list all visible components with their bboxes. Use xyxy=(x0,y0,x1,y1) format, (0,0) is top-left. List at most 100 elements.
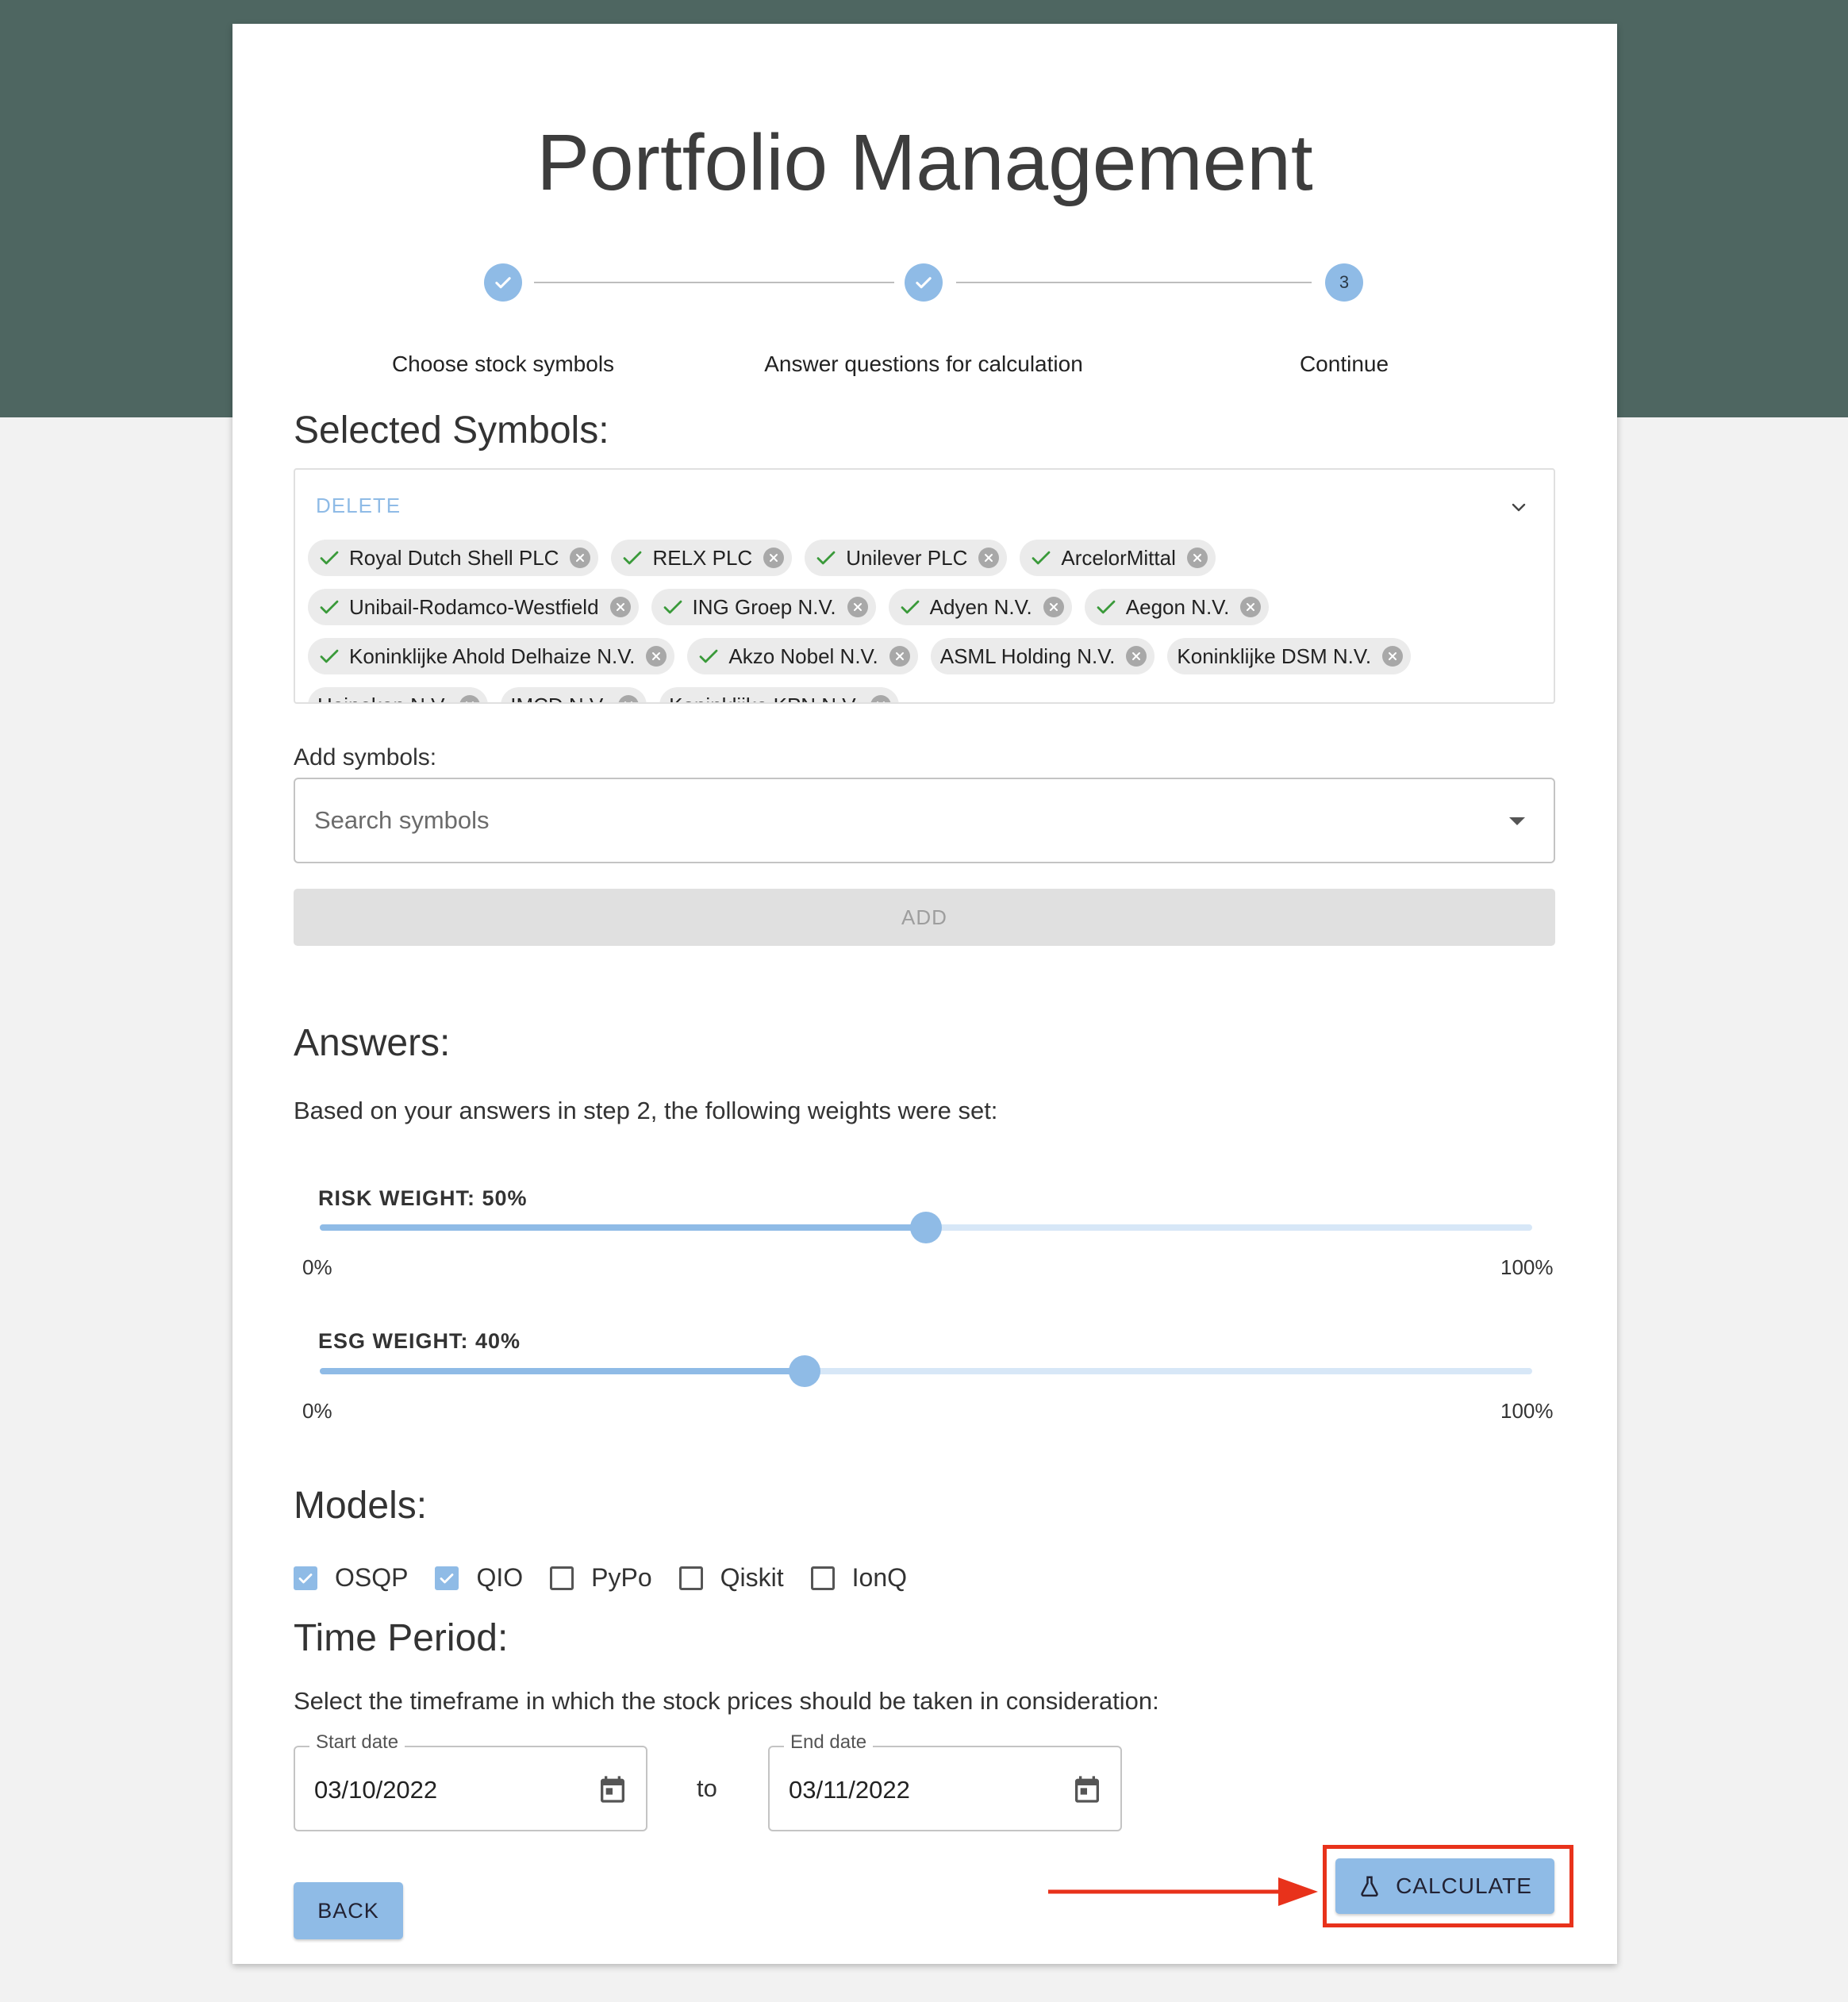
check-icon xyxy=(901,600,920,614)
slider-min-label: 0% xyxy=(302,1255,332,1279)
end-date-label: End date xyxy=(784,1731,874,1754)
check-icon xyxy=(816,551,836,565)
symbol-chip[interactable]: Heineken N.V. xyxy=(308,687,489,703)
symbol-chip[interactable]: RELX PLC xyxy=(611,540,793,576)
remove-chip-icon[interactable] xyxy=(889,646,910,667)
remove-chip-icon[interactable] xyxy=(978,548,1000,568)
symbol-chip[interactable]: Adyen N.V. xyxy=(888,589,1072,625)
remove-chip-icon[interactable] xyxy=(847,597,868,617)
esg-weight-label: ESG WEIGHT: 40% xyxy=(318,1329,521,1353)
symbol-chip-label: Koninklijke KPN N.V. xyxy=(669,694,859,703)
symbol-chip-list: Royal Dutch Shell PLC RELX PLC Unilever PL… xyxy=(308,540,1546,703)
model-checkbox[interactable] xyxy=(294,1566,317,1590)
answers-heading: Answers: xyxy=(294,1022,451,1064)
slider-thumb[interactable] xyxy=(910,1212,942,1243)
selected-symbols-heading: Selected Symbols: xyxy=(294,409,609,452)
symbol-chip-label: Koninklijke DSM N.V. xyxy=(1177,644,1372,668)
delete-button[interactable]: DELETE xyxy=(316,494,401,518)
remove-chip-icon[interactable] xyxy=(609,597,631,617)
model-checkbox[interactable] xyxy=(678,1566,703,1590)
step-connector xyxy=(534,282,894,283)
remove-chip-icon[interactable] xyxy=(618,695,640,702)
model-checkbox[interactable] xyxy=(435,1566,459,1590)
calculate-button[interactable]: CALCULATE xyxy=(1335,1858,1554,1914)
remove-chip-icon[interactable] xyxy=(763,548,785,568)
answers-description: Based on your answers in step 2, the fol… xyxy=(294,1097,998,1124)
remove-chip-icon[interactable] xyxy=(870,695,892,702)
symbol-chip-label: ArcelorMittal xyxy=(1061,545,1176,570)
symbol-chip[interactable]: Unibail-Rodamco-Westfield xyxy=(308,589,639,625)
symbol-chip-label: Royal Dutch Shell PLC xyxy=(349,545,559,570)
esg-weight-slider[interactable] xyxy=(320,1355,1532,1387)
back-button[interactable]: BACK xyxy=(294,1882,403,1939)
symbol-chip[interactable]: IMCD N.V. xyxy=(501,687,647,703)
remove-chip-icon[interactable] xyxy=(1043,597,1064,617)
dropdown-caret-icon[interactable] xyxy=(1509,817,1525,825)
slider-fill xyxy=(320,1368,805,1374)
symbol-chip[interactable]: ASML Holding N.V. xyxy=(930,638,1155,674)
slider-max-label: 100% xyxy=(1500,1255,1554,1279)
end-date-field[interactable]: End date 03/11/2022 xyxy=(768,1731,1122,1831)
check-icon xyxy=(1097,600,1116,614)
risk-weight-slider[interactable] xyxy=(320,1212,1532,1243)
remove-chip-icon[interactable] xyxy=(646,646,667,667)
check-icon xyxy=(663,600,682,614)
calendar-icon[interactable] xyxy=(1071,1773,1103,1806)
symbol-chip[interactable]: Unilever PLC xyxy=(805,540,1008,576)
remove-chip-icon[interactable] xyxy=(459,695,481,702)
symbol-chip-label: IMCD N.V. xyxy=(510,694,607,703)
symbol-chip-label: ING Groep N.V. xyxy=(692,594,836,619)
remove-chip-icon[interactable] xyxy=(1126,646,1147,667)
remove-chip-icon[interactable] xyxy=(1382,646,1404,667)
symbol-chip-label: Aegon N.V. xyxy=(1125,594,1230,619)
symbol-chip-label: Heineken N.V. xyxy=(317,694,448,703)
models-heading: Models: xyxy=(294,1485,428,1527)
step-1-done-icon xyxy=(484,263,522,302)
step-label: Answer questions for calculation xyxy=(764,352,1083,376)
start-date-field[interactable]: Start date 03/10/2022 xyxy=(294,1731,647,1831)
symbol-chip[interactable]: Koninklijke DSM N.V. xyxy=(1167,638,1412,674)
remove-chip-icon[interactable] xyxy=(1186,548,1208,568)
slider-fill xyxy=(320,1224,926,1231)
search-input[interactable] xyxy=(314,779,1465,862)
calculate-button-label: CALCULATE xyxy=(1396,1873,1532,1898)
slider-thumb[interactable] xyxy=(789,1355,821,1387)
model-checkbox[interactable] xyxy=(550,1566,574,1590)
symbol-chip[interactable]: Royal Dutch Shell PLC xyxy=(308,540,599,576)
model-checkbox-label[interactable]: PyPo xyxy=(591,1563,651,1593)
symbol-chip-label: Unibail-Rodamco-Westfield xyxy=(349,594,599,619)
start-date-value[interactable]: 03/10/2022 xyxy=(314,1776,437,1804)
add-button[interactable]: ADD xyxy=(294,889,1555,946)
check-icon xyxy=(700,649,718,663)
check-icon xyxy=(320,600,339,614)
symbol-chip[interactable]: Akzo Nobel N.V. xyxy=(687,638,918,674)
checkmark-icon xyxy=(440,1573,454,1583)
symbol-chip-label: RELX PLC xyxy=(652,545,753,570)
model-checkbox-label[interactable]: OSQP xyxy=(335,1563,408,1593)
remove-chip-icon[interactable] xyxy=(1240,597,1262,617)
start-date-label: Start date xyxy=(309,1731,405,1754)
date-separator: to xyxy=(697,1774,717,1802)
model-checkbox-label[interactable]: IonQ xyxy=(852,1563,907,1593)
check-icon xyxy=(320,649,339,663)
symbol-chip-label: Akzo Nobel N.V. xyxy=(728,644,878,668)
model-checkbox[interactable] xyxy=(810,1566,835,1590)
main-card: Portfolio Management 3 Choose stock symb… xyxy=(232,24,1617,1964)
symbol-chip[interactable]: ING Groep N.V. xyxy=(651,589,876,625)
model-checkbox-label[interactable]: QIO xyxy=(476,1563,523,1593)
selected-symbols-box[interactable]: DELETE Royal Dutch Shell PLC RELX PLC Unil… xyxy=(294,468,1555,704)
end-date-value[interactable]: 03/11/2022 xyxy=(789,1776,910,1804)
symbol-chip[interactable]: Aegon N.V. xyxy=(1084,589,1270,625)
symbol-chip[interactable]: ArcelorMittal xyxy=(1020,540,1216,576)
chevron-down-icon[interactable] xyxy=(1509,498,1528,517)
time-period-heading: Time Period: xyxy=(294,1617,509,1659)
symbol-chip[interactable]: Koninklijke Ahold Delhaize N.V. xyxy=(308,638,675,674)
remove-chip-icon[interactable] xyxy=(570,548,591,568)
red-arrow-annotation xyxy=(1048,1877,1318,1906)
calendar-icon[interactable] xyxy=(597,1773,628,1806)
symbol-chip[interactable]: Koninklijke KPN N.V. xyxy=(659,687,900,703)
step-3-active: 3 xyxy=(1325,263,1363,302)
search-symbols-combobox[interactable] xyxy=(294,778,1555,863)
model-checkbox-label[interactable]: Qiskit xyxy=(720,1563,784,1593)
step-connector xyxy=(956,282,1312,283)
